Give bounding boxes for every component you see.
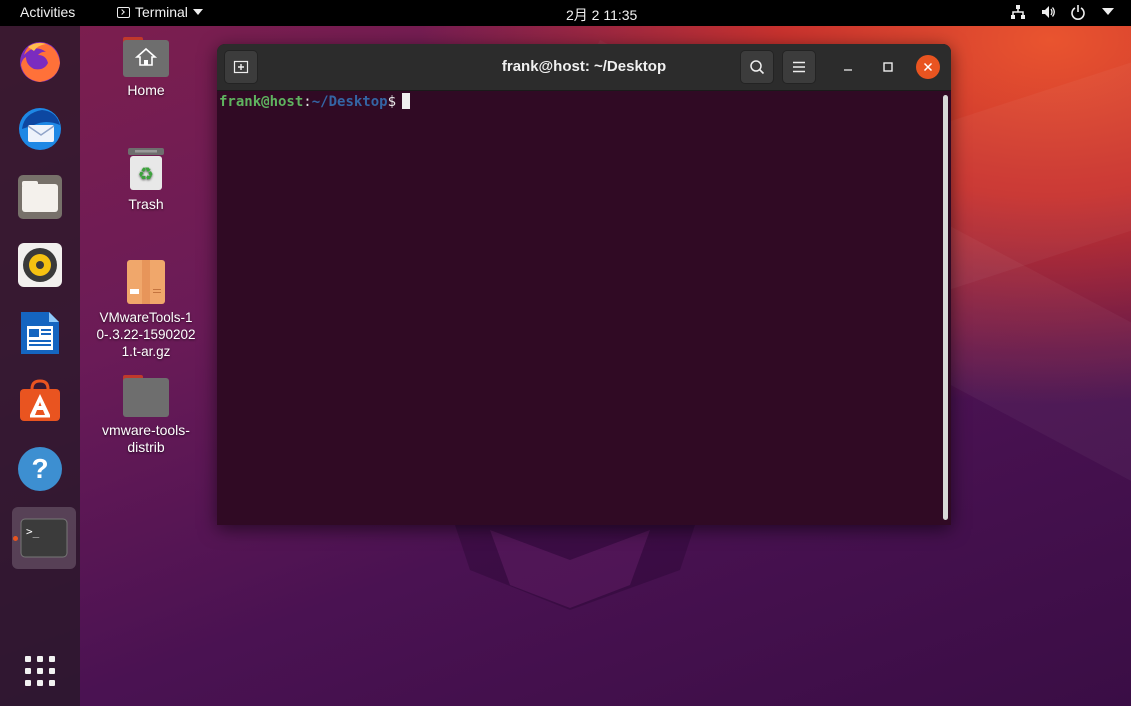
top-bar: Activities Terminal 2月 2 11:35 <box>0 0 1131 26</box>
terminal-output-area[interactable]: frank@host:~/Desktop$ <box>217 91 951 525</box>
desktop-icon-vmware-tools-distrib[interactable]: vmware-tools-distrib <box>86 374 206 456</box>
help-icon: ? <box>18 447 62 491</box>
dock: ? >_ <box>0 26 80 706</box>
help-launcher[interactable]: ? <box>8 438 72 500</box>
show-applications-icon <box>25 656 55 686</box>
search-icon <box>750 60 765 75</box>
desktop-icon-label: VMwareTools-10-.3.22-15902021.t-ar.gz <box>96 310 196 359</box>
system-tray[interactable] <box>1009 3 1117 21</box>
show-applications-button[interactable] <box>8 640 72 702</box>
terminal-headerbar[interactable]: frank@host: ~/Desktop <box>217 44 951 91</box>
firefox-launcher[interactable] <box>8 30 72 92</box>
libreoffice-writer-launcher[interactable] <box>8 302 72 364</box>
menu-button[interactable] <box>782 50 816 84</box>
maximize-icon <box>883 62 893 72</box>
terminal-launcher[interactable]: >_ <box>12 507 76 569</box>
prompt-symbol: $ <box>387 94 397 110</box>
activities-button[interactable]: Activities <box>20 4 75 20</box>
rhythmbox-icon <box>18 243 62 287</box>
folder-icon <box>123 375 169 417</box>
thunderbird-icon <box>19 108 61 150</box>
software-icon <box>20 379 60 421</box>
terminal-window[interactable]: frank@host: ~/Desktop frank@host:~/Deskt… <box>217 44 951 525</box>
desktop-icon-label: vmware-tools-distrib <box>102 422 190 455</box>
trash-icon: ♻ <box>128 148 164 190</box>
prompt-separator: : <box>303 94 312 110</box>
minimize-icon <box>844 69 852 71</box>
rhythmbox-launcher[interactable] <box>8 234 72 296</box>
search-button[interactable] <box>740 50 774 84</box>
shell-prompt: frank@host:~/Desktop$ <box>219 93 411 110</box>
writer-icon <box>21 312 59 354</box>
maximize-button[interactable] <box>876 55 900 79</box>
home-folder-icon <box>123 37 169 77</box>
desktop-icon-label: Home <box>127 82 165 98</box>
archive-icon <box>127 260 165 304</box>
running-indicator <box>13 536 18 541</box>
files-launcher[interactable] <box>8 166 72 228</box>
clock[interactable]: 2月 2 11:35 <box>566 5 637 25</box>
terminal-icon: >_ <box>20 518 68 558</box>
desktop-icon-home[interactable]: Home <box>86 34 206 99</box>
minimize-button[interactable] <box>836 55 860 79</box>
chevron-down-icon[interactable] <box>1099 3 1117 21</box>
desktop-icon-vmwaretools-archive[interactable]: VMwareTools-10-.3.22-15902021.t-ar.gz <box>86 259 206 360</box>
desktop-screen: Activities Terminal 2月 2 11:35 ? >_ Home… <box>0 0 1131 706</box>
svg-text:♻: ♻ <box>138 164 154 185</box>
text-cursor <box>402 93 411 109</box>
power-icon[interactable] <box>1069 3 1087 21</box>
network-icon[interactable] <box>1009 3 1027 21</box>
close-button[interactable] <box>916 55 940 79</box>
terminal-mini-icon <box>117 6 130 18</box>
scrollbar[interactable] <box>943 95 948 520</box>
svg-text:>_: >_ <box>26 525 40 538</box>
app-menu-label: Terminal <box>135 4 188 20</box>
prompt-path: ~/Desktop <box>311 94 388 110</box>
prompt-user: frank@host <box>219 94 304 110</box>
thunderbird-launcher[interactable] <box>8 98 72 160</box>
firefox-icon <box>20 42 60 82</box>
app-menu[interactable]: Terminal <box>117 4 203 20</box>
chevron-down-icon <box>192 9 203 15</box>
desktop-icon-trash[interactable]: ♻ Trash <box>86 146 206 213</box>
desktop-icon-label: Trash <box>128 196 164 212</box>
svg-text:?: ? <box>31 453 48 484</box>
volume-icon[interactable] <box>1039 3 1057 21</box>
ubuntu-software-launcher[interactable] <box>8 370 72 432</box>
hamburger-icon <box>793 61 805 73</box>
files-icon <box>18 175 62 219</box>
close-icon <box>923 62 933 72</box>
